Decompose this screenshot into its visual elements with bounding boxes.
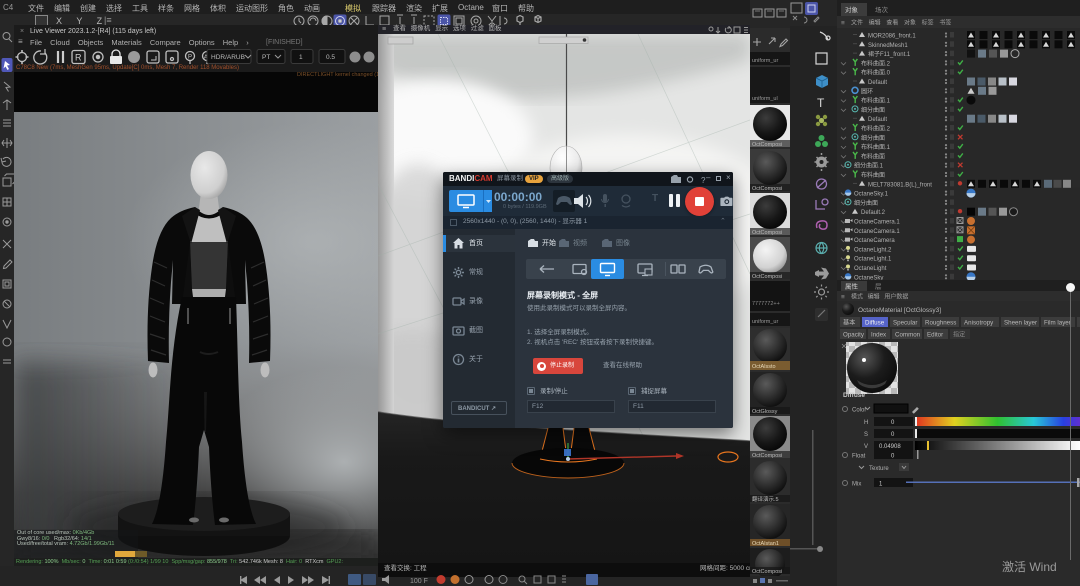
svg-text:OctaneSky.1: OctaneSky.1 — [854, 192, 889, 198]
svg-text:布料曲面.1: 布料曲面.1 — [861, 143, 891, 151]
svg-text:OctaneCamera.1: OctaneCamera.1 — [854, 220, 900, 226]
svg-text:0.5: 0.5 — [326, 54, 335, 61]
svg-text:层: 层 — [875, 283, 882, 291]
svg-text:P: P — [188, 55, 192, 61]
svg-text:OctAlssto: OctAlssto — [752, 364, 776, 370]
svg-text:Sheen layer: Sheen layer — [1004, 320, 1037, 327]
svg-text:Texture: Texture — [869, 466, 889, 472]
svg-text:≡: ≡ — [841, 294, 845, 301]
svg-text:Diffuse: Diffuse — [843, 392, 865, 399]
svg-text:属性: 属性 — [845, 282, 859, 291]
svg-text:布料曲面.0: 布料曲面.0 — [861, 69, 891, 77]
svg-text:7777772++: 7777772++ — [752, 301, 780, 307]
svg-text:模式 编辑 用户数据: 模式 编辑 用户数据 — [851, 293, 908, 301]
svg-text:uniform_ur: uniform_ur — [752, 58, 778, 64]
svg-text:Default: Default — [868, 80, 887, 86]
svg-text:1: 1 — [299, 54, 303, 61]
svg-text:Specular: Specular — [893, 320, 917, 327]
svg-text:Default.2: Default.2 — [861, 210, 886, 216]
svg-text:PT: PT — [262, 54, 270, 61]
svg-text:HDR/ARUB: HDR/ARUB — [211, 54, 245, 61]
svg-text:细分曲面: 细分曲面 — [861, 134, 885, 142]
svg-text:Film layer: Film layer — [1044, 320, 1071, 327]
svg-text:OctAlstan1: OctAlstan1 — [752, 541, 779, 547]
svg-text:V: V — [864, 444, 868, 450]
svg-text:OctaneCamera.1: OctaneCamera.1 — [854, 229, 900, 235]
svg-text:uniform_ur: uniform_ur — [752, 319, 778, 325]
svg-text:OctComposi: OctComposi — [752, 569, 782, 575]
svg-text:MOR2086_front.1: MOR2086_front.1 — [868, 34, 916, 40]
svg-text:OctaneCamera: OctaneCamera — [854, 238, 895, 244]
svg-text:Color: Color — [852, 408, 866, 414]
svg-text:OctComposi: OctComposi — [752, 453, 782, 459]
svg-text:OctComposi: OctComposi — [752, 230, 782, 236]
svg-text:MELT783081.B(L)_front: MELT783081.B(L)_front — [868, 182, 932, 188]
svg-text:H: H — [864, 420, 868, 426]
svg-text:≡: ≡ — [841, 20, 845, 27]
svg-text:场次: 场次 — [875, 5, 889, 14]
svg-text:Opacity: Opacity — [843, 332, 865, 339]
svg-text:翻译演示.5: 翻译演示.5 — [752, 495, 779, 503]
svg-text:裙子F11_front.1: 裙子F11_front.1 — [868, 50, 911, 58]
svg-text:OctComposi: OctComposi — [752, 142, 782, 148]
svg-text:100 F: 100 F — [410, 578, 428, 585]
svg-text:细分曲面: 细分曲面 — [861, 106, 885, 114]
svg-text:Index: Index — [871, 332, 887, 339]
svg-text:对象: 对象 — [845, 5, 859, 14]
svg-text:OctaneLight.2: OctaneLight.2 — [854, 247, 892, 253]
svg-text:T: T — [817, 96, 825, 110]
svg-text:OctaneMaterial [OctGlossy3]: OctaneMaterial [OctGlossy3] — [858, 307, 941, 314]
svg-text:基本: 基本 — [843, 319, 855, 327]
svg-text:文件 编辑 查看 对象 标签 书签: 文件 编辑 查看 对象 标签 书签 — [851, 19, 951, 27]
svg-text:OctComposi: OctComposi — [752, 274, 782, 280]
svg-text:Diffuse: Diffuse — [865, 320, 885, 327]
svg-text:Anisotropy: Anisotropy — [964, 320, 994, 327]
svg-text:Mix: Mix — [852, 482, 861, 488]
svg-text:圆环: 圆环 — [861, 88, 873, 95]
svg-text:OctaneLight: OctaneLight — [854, 266, 887, 272]
svg-text:布料曲面.2: 布料曲面.2 — [861, 125, 891, 133]
svg-text:S: S — [864, 432, 868, 438]
svg-text:布料曲面: 布料曲面 — [861, 171, 885, 179]
svg-text:SkinnedMesh1: SkinnedMesh1 — [868, 43, 908, 49]
svg-text:指定: 指定 — [953, 331, 965, 339]
svg-text:细分曲面: 细分曲面 — [854, 199, 878, 207]
svg-text:Default: Default — [868, 117, 887, 123]
svg-text:布料曲面.1: 布料曲面.1 — [861, 97, 891, 105]
svg-text:0.04908: 0.04908 — [879, 444, 901, 450]
svg-text:OctaneLight.1: OctaneLight.1 — [854, 257, 892, 263]
svg-text:Editor: Editor — [927, 332, 943, 339]
svg-text:细分曲面.1: 细分曲面.1 — [854, 162, 884, 170]
svg-text:uniform_ul: uniform_ul — [752, 96, 778, 102]
svg-text:Float: Float — [852, 454, 866, 460]
svg-text:OctComposi: OctComposi — [752, 186, 782, 192]
svg-text:Roughness: Roughness — [925, 320, 956, 327]
svg-text:Common: Common — [895, 332, 921, 339]
svg-text:布料曲面.2: 布料曲面.2 — [861, 59, 891, 67]
svg-text:R: R — [75, 53, 82, 63]
svg-text:布料曲面: 布料曲面 — [861, 152, 885, 160]
svg-text:OctGlossy: OctGlossy — [752, 409, 778, 415]
